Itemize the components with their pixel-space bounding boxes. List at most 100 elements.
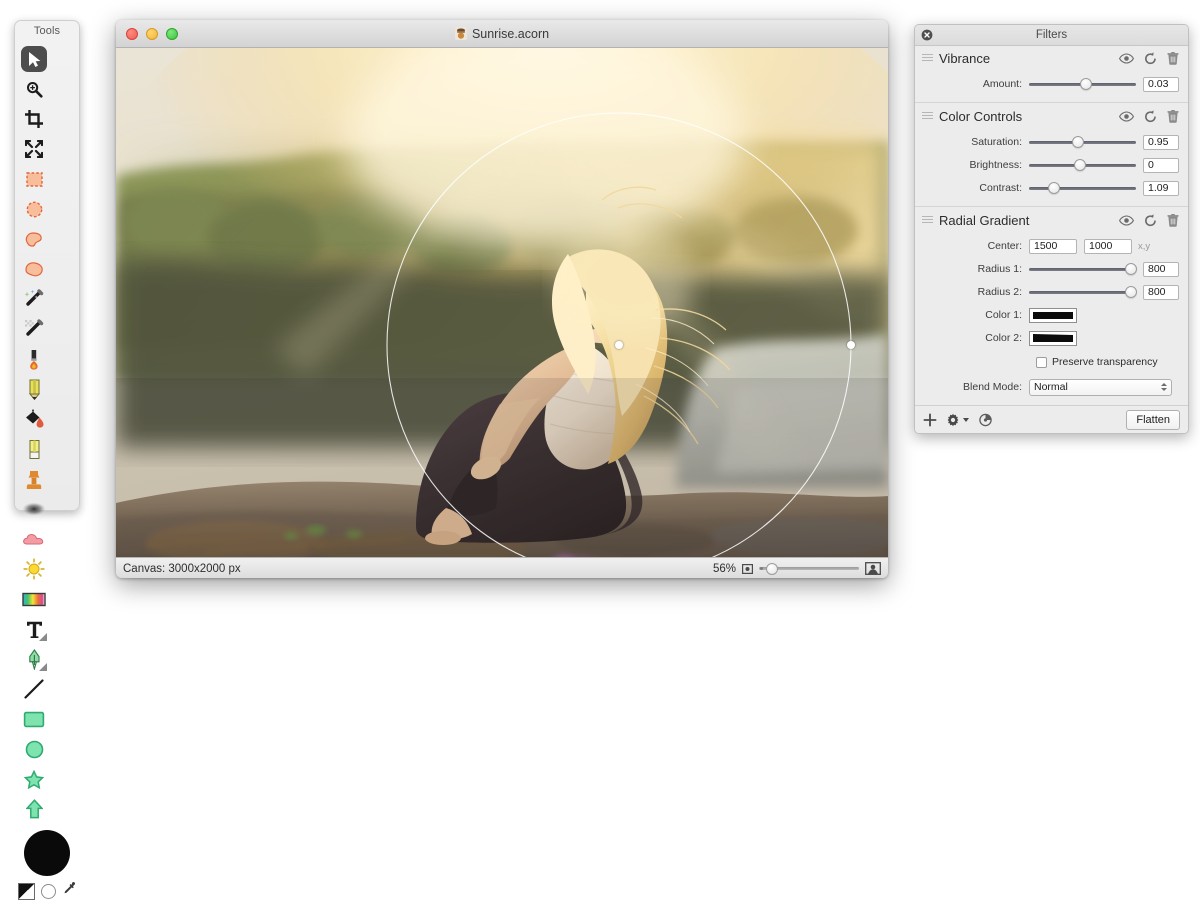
trash-icon[interactable] xyxy=(1167,52,1179,65)
rectangle-select-tool[interactable] xyxy=(20,164,48,194)
zoom-in-image-icon[interactable] xyxy=(865,562,881,575)
trash-icon[interactable] xyxy=(1167,110,1179,123)
instant-alpha-tool[interactable] xyxy=(20,314,48,344)
zoom-out-image-icon[interactable] xyxy=(742,563,753,574)
blend-mode-select[interactable]: Normal xyxy=(1029,378,1172,396)
row-label-contrast: Contrast: xyxy=(979,182,1022,194)
slider-knob-saturation[interactable] xyxy=(1072,136,1085,148)
radial-gradient-center-handle[interactable] xyxy=(615,341,623,349)
presets-icon[interactable] xyxy=(978,413,993,427)
filter-header[interactable]: Color Controls xyxy=(915,103,1188,130)
slider-amount[interactable] xyxy=(1029,77,1136,91)
value-brightness[interactable]: 0 xyxy=(1143,157,1179,173)
preserve-transparency-checkbox[interactable] xyxy=(1036,356,1047,368)
filter-row-icons xyxy=(1119,110,1179,123)
ellipse-select-tool[interactable] xyxy=(20,194,48,224)
brush-tool[interactable] xyxy=(20,344,48,374)
gear-menu-button[interactable] xyxy=(946,413,969,427)
smudge-tool[interactable] xyxy=(20,494,48,524)
value-center-y[interactable]: 1000 xyxy=(1084,238,1132,254)
slider-knob-radius-1[interactable] xyxy=(1124,263,1137,275)
drag-handle-icon[interactable] xyxy=(922,216,933,225)
gear-icon[interactable] xyxy=(946,413,960,427)
photo-canvas[interactable] xyxy=(116,48,888,557)
filter-row-radius-2: Radius 2: 800 xyxy=(915,281,1188,303)
bezier-pen-tool[interactable] xyxy=(20,644,48,674)
ellipse-shape-tool[interactable] xyxy=(20,734,48,764)
value-saturation[interactable]: 0.95 xyxy=(1143,134,1179,150)
value-amount[interactable]: 0.03 xyxy=(1143,76,1179,92)
eyedropper-icon[interactable] xyxy=(62,881,77,901)
slider-knob-amount[interactable] xyxy=(1079,78,1092,90)
paint-bucket-tool[interactable] xyxy=(20,404,48,434)
filter-header[interactable]: Radial Gradient xyxy=(915,207,1188,234)
drag-handle-icon[interactable] xyxy=(922,112,933,121)
row-label-color-1: Color 1: xyxy=(985,309,1022,321)
plus-icon[interactable] xyxy=(923,413,937,427)
slider-brightness[interactable] xyxy=(1029,158,1136,172)
preserve-transparency-row[interactable]: Preserve transparency xyxy=(915,352,1188,372)
flatten-button[interactable]: Flatten xyxy=(1126,409,1180,430)
filter-row-amount: Amount: 0.03 xyxy=(915,73,1188,95)
polygon-lasso-tool[interactable] xyxy=(20,224,48,254)
reset-icon[interactable] xyxy=(1144,214,1157,227)
slider-saturation[interactable] xyxy=(1029,135,1136,149)
slider-contrast[interactable] xyxy=(1029,181,1136,195)
pencil-tool[interactable] xyxy=(20,374,48,404)
white-color-swatch[interactable] xyxy=(40,883,56,899)
line-tool[interactable] xyxy=(20,674,48,704)
photo-image xyxy=(116,48,888,557)
row-label-center: Center: xyxy=(987,240,1022,252)
radial-gradient-radius-handle[interactable] xyxy=(847,341,855,349)
trash-icon[interactable] xyxy=(1167,214,1179,227)
canvas-area[interactable] xyxy=(116,48,888,557)
row-label-radius-2: Radius 2: xyxy=(977,286,1022,298)
fill-stroke-swatch[interactable] xyxy=(17,882,35,900)
filter-row-color-1: Color 1: xyxy=(915,304,1188,326)
clone-stamp-tool[interactable] xyxy=(20,464,48,494)
zoom-slider[interactable] xyxy=(759,562,859,575)
value-radius-2[interactable]: 800 xyxy=(1143,284,1179,300)
value-contrast[interactable]: 1.09 xyxy=(1143,180,1179,196)
arrow-shape-tool[interactable] xyxy=(20,794,48,824)
filters-panel-titlebar[interactable]: Filters xyxy=(915,25,1188,46)
crop-tool[interactable] xyxy=(20,104,48,134)
row-label-blend-mode: Blend Mode: xyxy=(963,381,1022,393)
eye-icon[interactable] xyxy=(1119,215,1134,226)
star-shape-tool[interactable] xyxy=(20,764,48,794)
eye-icon[interactable] xyxy=(1119,111,1134,122)
rectangle-shape-tool[interactable] xyxy=(20,704,48,734)
eraser-tool[interactable] xyxy=(20,434,48,464)
color-swatch-1[interactable] xyxy=(1029,307,1077,323)
preserve-transparency-label: Preserve transparency xyxy=(1052,356,1158,368)
canvas-size-label: Canvas: 3000x2000 px xyxy=(123,562,241,575)
chevron-down-icon[interactable] xyxy=(963,417,969,422)
reset-icon[interactable] xyxy=(1144,110,1157,123)
drag-handle-icon[interactable] xyxy=(922,54,933,63)
slider-radius-2[interactable] xyxy=(1029,285,1137,299)
zoom-slider-knob[interactable] xyxy=(766,562,778,575)
value-radius-1[interactable]: 800 xyxy=(1143,261,1179,277)
eye-icon[interactable] xyxy=(1119,53,1134,64)
tool-grid xyxy=(15,42,79,824)
freehand-lasso-tool[interactable] xyxy=(20,254,48,284)
slider-knob-contrast[interactable] xyxy=(1047,182,1060,194)
burn-tool[interactable] xyxy=(20,554,48,584)
transform-tool[interactable] xyxy=(20,134,48,164)
dodge-tool[interactable] xyxy=(20,524,48,554)
move-tool[interactable] xyxy=(20,44,48,74)
zoom-tool[interactable] xyxy=(20,74,48,104)
magic-wand-tool[interactable] xyxy=(20,284,48,314)
reset-icon[interactable] xyxy=(1144,52,1157,65)
slider-knob-radius-2[interactable] xyxy=(1124,286,1137,298)
close-icon[interactable] xyxy=(921,29,933,41)
gradient-tool[interactable] xyxy=(20,584,48,614)
value-center-x[interactable]: 1500 xyxy=(1029,238,1077,254)
filter-header[interactable]: Vibrance xyxy=(915,45,1188,72)
color-swatch-2[interactable] xyxy=(1029,330,1077,346)
slider-knob-brightness[interactable] xyxy=(1074,159,1087,171)
slider-radius-1[interactable] xyxy=(1029,262,1137,276)
swatch-row xyxy=(15,881,79,901)
foreground-color-well[interactable] xyxy=(24,830,70,876)
window-titlebar[interactable]: Sunrise.acorn xyxy=(116,20,888,48)
